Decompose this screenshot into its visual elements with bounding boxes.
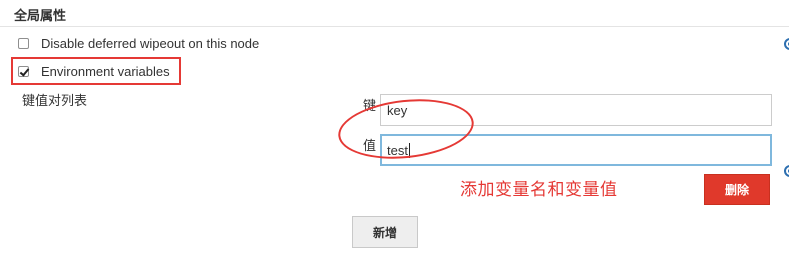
key-value-list-label: 键值对列表 (22, 93, 88, 108)
disable-wipeout-checkbox[interactable] (18, 38, 29, 49)
delete-button[interactable]: 删除 (704, 174, 770, 205)
disable-wipeout-label: Disable deferred wipeout on this node (41, 36, 260, 51)
annotation-text: 添加变量名和变量值 (460, 180, 618, 199)
add-button[interactable]: 新增 (352, 216, 418, 248)
env-vars-option[interactable]: Environment variables (18, 64, 170, 79)
global-properties-panel: 全局属性 Disable deferred wipeout on this no… (0, 0, 789, 255)
disable-wipeout-option[interactable]: Disable deferred wipeout on this node (18, 36, 259, 51)
env-vars-checkbox[interactable] (18, 66, 29, 77)
section-divider (0, 26, 789, 27)
help-icon[interactable] (784, 165, 789, 177)
section-title: 全局属性 (14, 8, 67, 23)
env-vars-label: Environment variables (41, 64, 170, 79)
help-icon[interactable] (784, 38, 789, 50)
